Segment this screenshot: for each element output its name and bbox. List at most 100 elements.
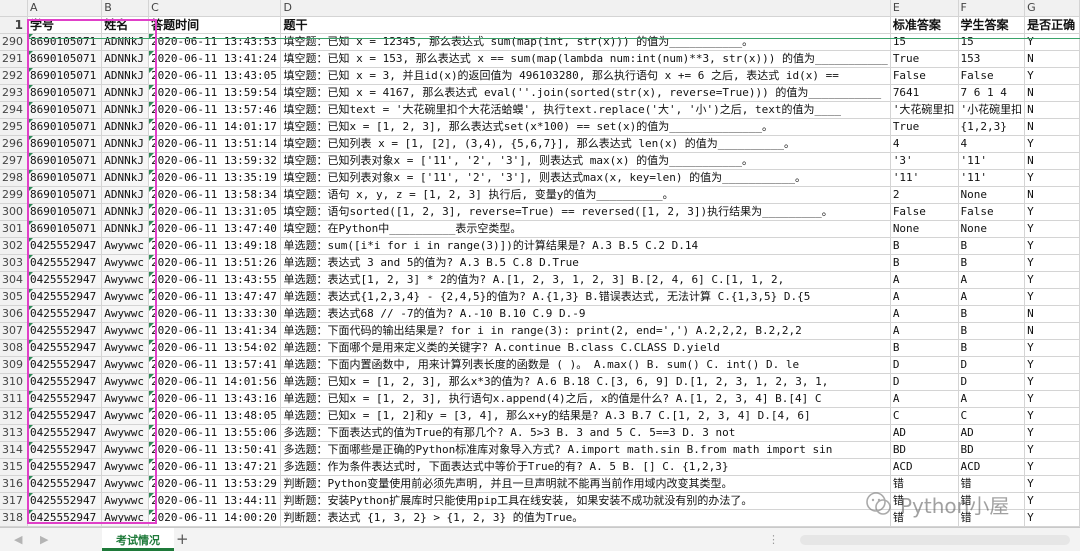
question-cell[interactable]: 单选题：下面内置函数中, 用来计算列表长度的函数是 ( )。 A.max() B… bbox=[280, 356, 891, 375]
column-header-f[interactable]: F bbox=[958, 0, 1026, 18]
column-header-c[interactable]: C bbox=[148, 0, 282, 18]
row-number[interactable]: 314 bbox=[0, 441, 28, 460]
correct-flag-cell[interactable]: Y bbox=[1024, 373, 1080, 392]
student-answer-cell[interactable]: False bbox=[958, 203, 1026, 222]
standard-answer-cell[interactable]: '11' bbox=[890, 169, 959, 188]
name-cell[interactable]: Awywwc bbox=[101, 356, 150, 375]
row-number[interactable]: 317 bbox=[0, 492, 28, 511]
row-number[interactable]: 305 bbox=[0, 288, 28, 307]
standard-answer-cell[interactable]: AD bbox=[890, 424, 959, 443]
name-cell[interactable]: Awywwc bbox=[101, 254, 150, 273]
row-number[interactable]: 310 bbox=[0, 373, 28, 392]
answer-time-cell[interactable]: 2020-06-11 13:51:26 bbox=[148, 254, 282, 273]
question-cell[interactable]: 单选题：下面哪个是用来定义类的关键字? A.continue B.class C… bbox=[280, 339, 891, 358]
row-number[interactable]: 294 bbox=[0, 101, 28, 120]
name-cell[interactable]: Awywwc bbox=[101, 305, 150, 324]
question-cell[interactable]: 单选题：表达式 3 and 5的值为? A.3 B.5 C.8 D.True bbox=[280, 254, 891, 273]
column-header-a[interactable]: A bbox=[27, 0, 103, 18]
column-header-g[interactable]: G bbox=[1024, 0, 1080, 18]
standard-answer-cell[interactable]: False bbox=[890, 203, 959, 222]
correct-flag-cell[interactable]: Y bbox=[1024, 203, 1080, 222]
answer-time-cell[interactable]: 2020-06-11 13:43:16 bbox=[148, 390, 282, 409]
question-cell[interactable]: 单选题：已知x = [1, 2]和y = [3, 4], 那么x+y的结果是? … bbox=[280, 407, 891, 426]
name-cell[interactable]: Awywwc bbox=[101, 322, 150, 341]
answer-time-cell[interactable]: 2020-06-11 13:51:14 bbox=[148, 135, 282, 154]
next-sheet-icon[interactable]: ▶ bbox=[40, 533, 48, 546]
question-cell[interactable]: 填空题：语句sorted([1, 2, 3], reverse=True) ==… bbox=[280, 203, 891, 222]
correct-flag-cell[interactable]: N bbox=[1024, 101, 1080, 120]
answer-time-cell[interactable]: 2020-06-11 13:43:05 bbox=[148, 67, 282, 86]
correct-flag-cell[interactable]: N bbox=[1024, 305, 1080, 324]
name-cell[interactable]: ADNNkJ bbox=[101, 186, 150, 205]
row-number[interactable]: 309 bbox=[0, 356, 28, 375]
student-id-cell[interactable]: 8690105071 bbox=[27, 152, 103, 171]
answer-time-cell[interactable]: 2020-06-11 13:48:05 bbox=[148, 407, 282, 426]
header-cell-correct[interactable]: 是否正确 bbox=[1024, 16, 1080, 35]
name-cell[interactable]: ADNNkJ bbox=[101, 135, 150, 154]
question-cell[interactable]: 填空题：语句 x, y, z = [1, 2, 3] 执行后, 变量y的值为__… bbox=[280, 186, 891, 205]
standard-answer-cell[interactable]: B bbox=[890, 339, 959, 358]
student-answer-cell[interactable]: B bbox=[958, 339, 1026, 358]
correct-flag-cell[interactable]: Y bbox=[1024, 254, 1080, 273]
name-cell[interactable]: Awywwc bbox=[101, 339, 150, 358]
question-cell[interactable]: 填空题：已知列表 x = [1, [2], (3,4), {5,6,7}], 那… bbox=[280, 135, 891, 154]
student-answer-cell[interactable]: None bbox=[958, 186, 1026, 205]
name-cell[interactable]: Awywwc bbox=[101, 237, 150, 256]
student-id-cell[interactable]: 8690105071 bbox=[27, 203, 103, 222]
student-answer-cell[interactable]: B bbox=[958, 322, 1026, 341]
standard-answer-cell[interactable]: False bbox=[890, 67, 959, 86]
student-id-cell[interactable]: 0425552947 bbox=[27, 441, 103, 460]
header-cell-question[interactable]: 题干 bbox=[280, 16, 891, 35]
standard-answer-cell[interactable]: BD bbox=[890, 441, 959, 460]
correct-flag-cell[interactable]: Y bbox=[1024, 220, 1080, 239]
row-number[interactable]: 301 bbox=[0, 220, 28, 239]
standard-answer-cell[interactable]: A bbox=[890, 271, 959, 290]
name-cell[interactable]: Awywwc bbox=[101, 509, 150, 527]
row-number[interactable]: 308 bbox=[0, 339, 28, 358]
student-id-cell[interactable]: 0425552947 bbox=[27, 458, 103, 477]
question-cell[interactable]: 多选题：下面哪些是正确的Python标准库对象导入方式? A.import ma… bbox=[280, 441, 891, 460]
correct-flag-cell[interactable]: Y bbox=[1024, 271, 1080, 290]
standard-answer-cell[interactable]: True bbox=[890, 118, 959, 137]
standard-answer-cell[interactable]: A bbox=[890, 288, 959, 307]
name-cell[interactable]: Awywwc bbox=[101, 390, 150, 409]
answer-time-cell[interactable]: 2020-06-11 13:55:06 bbox=[148, 424, 282, 443]
row-number[interactable]: 304 bbox=[0, 271, 28, 290]
question-cell[interactable]: 多选题：下面表达式的值为True的有那几个? A. 5>3 B. 3 and 5… bbox=[280, 424, 891, 443]
question-cell[interactable]: 填空题：在Python中__________表示空类型。 bbox=[280, 220, 891, 239]
question-cell[interactable]: 多选题：作为条件表达式时, 下面表达式中等价于True的有? A. 5 B. [… bbox=[280, 458, 891, 477]
answer-time-cell[interactable]: 2020-06-11 14:00:20 bbox=[148, 509, 282, 527]
add-sheet-icon[interactable]: + bbox=[176, 530, 189, 548]
student-id-cell[interactable]: 8690105071 bbox=[27, 118, 103, 137]
student-answer-cell[interactable]: A bbox=[958, 390, 1026, 409]
student-answer-cell[interactable]: BD bbox=[958, 441, 1026, 460]
student-answer-cell[interactable]: D bbox=[958, 356, 1026, 375]
student-answer-cell[interactable]: 4 bbox=[958, 135, 1026, 154]
question-cell[interactable]: 判断题：表达式 {1, 3, 2} > {1, 2, 3} 的值为True。 bbox=[280, 509, 891, 527]
student-id-cell[interactable]: 0425552947 bbox=[27, 305, 103, 324]
student-answer-cell[interactable]: 153 bbox=[958, 50, 1026, 69]
student-id-cell[interactable]: 8690105071 bbox=[27, 169, 103, 188]
student-answer-cell[interactable]: 7 6 1 4 bbox=[958, 84, 1026, 103]
correct-flag-cell[interactable]: Y bbox=[1024, 390, 1080, 409]
student-id-cell[interactable]: 0425552947 bbox=[27, 390, 103, 409]
correct-flag-cell[interactable]: Y bbox=[1024, 67, 1080, 86]
row-number[interactable]: 303 bbox=[0, 254, 28, 273]
header-cell-name[interactable]: 姓名 bbox=[101, 16, 150, 35]
student-id-cell[interactable]: 0425552947 bbox=[27, 254, 103, 273]
student-id-cell[interactable]: 0425552947 bbox=[27, 407, 103, 426]
correct-flag-cell[interactable]: N bbox=[1024, 152, 1080, 171]
correct-flag-cell[interactable]: Y bbox=[1024, 288, 1080, 307]
name-cell[interactable]: Awywwc bbox=[101, 373, 150, 392]
student-answer-cell[interactable]: 15 bbox=[958, 33, 1026, 52]
standard-answer-cell[interactable]: A bbox=[890, 322, 959, 341]
answer-time-cell[interactable]: 2020-06-11 13:31:05 bbox=[148, 203, 282, 222]
row-number[interactable]: 291 bbox=[0, 50, 28, 69]
answer-time-cell[interactable]: 2020-06-11 13:49:18 bbox=[148, 237, 282, 256]
name-cell[interactable]: ADNNkJ bbox=[101, 220, 150, 239]
correct-flag-cell[interactable]: Y bbox=[1024, 424, 1080, 443]
answer-time-cell[interactable]: 2020-06-11 13:53:29 bbox=[148, 475, 282, 494]
row-number[interactable]: 292 bbox=[0, 67, 28, 86]
student-answer-cell[interactable]: None bbox=[958, 220, 1026, 239]
question-cell[interactable]: 填空题：已知x = [1, 2, 3], 那么表达式set(x*100) == … bbox=[280, 118, 891, 137]
